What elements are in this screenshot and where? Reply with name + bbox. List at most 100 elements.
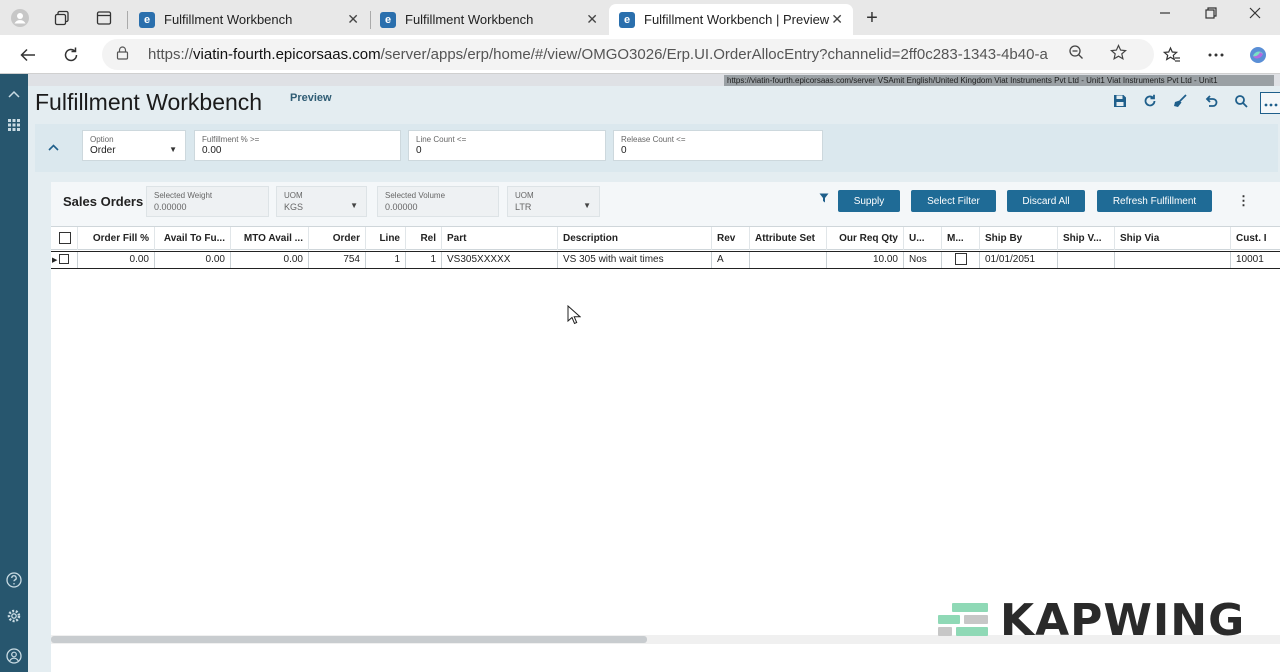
epicor-favicon-icon: e bbox=[139, 11, 155, 28]
filter-funnel-icon[interactable] bbox=[819, 193, 829, 206]
scrollbar-thumb[interactable] bbox=[51, 636, 647, 643]
browser-tab-strip: e Fulfillment Workbench ✕ e Fulfillment … bbox=[0, 0, 1280, 35]
favorite-star-icon[interactable] bbox=[1109, 44, 1128, 65]
col-uom[interactable]: U... bbox=[904, 227, 942, 250]
dropdown-caret-icon: ▼ bbox=[583, 201, 591, 210]
col-line[interactable]: Line bbox=[366, 227, 406, 250]
undo-icon[interactable] bbox=[1202, 94, 1220, 112]
fulfillment-pct-field[interactable]: Fulfillment % >= 0.00 bbox=[194, 130, 401, 161]
weight-uom-dropdown[interactable]: UOM KGS ▼ bbox=[276, 186, 367, 217]
close-window-icon[interactable] bbox=[1240, 6, 1270, 22]
cell-avail-to-fulfill[interactable]: 0.00 bbox=[155, 252, 231, 268]
row-select-checkbox[interactable] bbox=[51, 252, 78, 268]
copilot-icon[interactable] bbox=[1246, 43, 1270, 67]
user-account-icon[interactable] bbox=[5, 648, 23, 666]
page-title: Fulfillment Workbench bbox=[35, 89, 263, 115]
cell-attribute-set[interactable] bbox=[750, 252, 827, 268]
profile-icon[interactable] bbox=[8, 6, 32, 30]
cell-order[interactable]: 754 bbox=[309, 252, 366, 268]
help-icon[interactable] bbox=[5, 572, 23, 590]
back-arrow-icon[interactable] bbox=[16, 43, 40, 67]
col-cust-id[interactable]: Cust. I bbox=[1231, 227, 1280, 250]
col-rel[interactable]: Rel bbox=[406, 227, 442, 250]
apps-grid-icon[interactable] bbox=[5, 118, 23, 136]
url-host: viatin-fourth.epicorsaas.com bbox=[193, 46, 381, 63]
favorites-icon[interactable] bbox=[1160, 43, 1184, 67]
col-description[interactable]: Description bbox=[558, 227, 712, 250]
search-icon[interactable] bbox=[1232, 94, 1250, 112]
close-tab-icon[interactable]: ✕ bbox=[831, 11, 843, 28]
cell-part[interactable]: VS305XXXXX bbox=[442, 252, 558, 268]
col-our-req-qty[interactable]: Our Req Qty bbox=[827, 227, 904, 250]
line-count-field[interactable]: Line Count <= 0 bbox=[408, 130, 606, 161]
selected-weight-label: Selected Weight bbox=[154, 191, 213, 200]
refresh-icon[interactable] bbox=[1141, 94, 1159, 112]
col-order-fill[interactable]: Order Fill % bbox=[78, 227, 155, 250]
save-icon[interactable] bbox=[1111, 94, 1129, 112]
cell-ship-v[interactable] bbox=[1058, 252, 1115, 268]
cell-uom[interactable]: Nos bbox=[904, 252, 942, 268]
select-filter-button[interactable]: Select Filter bbox=[911, 190, 996, 212]
chevron-up-icon[interactable] bbox=[5, 86, 23, 104]
cell-mto-avail[interactable]: 0.00 bbox=[231, 252, 309, 268]
select-all-checkbox[interactable] bbox=[51, 227, 78, 250]
col-rev[interactable]: Rev bbox=[712, 227, 750, 250]
close-tab-icon[interactable]: ✕ bbox=[586, 11, 598, 28]
cell-our-req-qty[interactable]: 10.00 bbox=[827, 252, 904, 268]
more-menu-icon[interactable] bbox=[1204, 43, 1228, 67]
line-count-value: 0 bbox=[416, 145, 422, 156]
cell-ship-by[interactable]: 01/01/2051 bbox=[980, 252, 1058, 268]
col-order[interactable]: Order bbox=[309, 227, 366, 250]
col-avail-to-fulfill[interactable]: Avail To Fu... bbox=[155, 227, 231, 250]
table-row[interactable]: ▶ 0.00 0.00 0.00 754 1 1 VS305XXXXX VS 3… bbox=[51, 251, 1280, 269]
url-field[interactable]: https://viatin-fourth.epicorsaas.com/ser… bbox=[102, 39, 1154, 70]
selected-weight-value: 0.00000 bbox=[154, 202, 187, 212]
option-dropdown[interactable]: Option Order ▼ bbox=[82, 130, 186, 161]
volume-uom-value: LTR bbox=[515, 202, 532, 212]
session-info-strip: https://viatin-fourth.epicorsaas.com/ser… bbox=[724, 75, 1274, 86]
col-ship-by[interactable]: Ship By bbox=[980, 227, 1058, 250]
tab-actions-icon[interactable] bbox=[92, 6, 116, 30]
collections-icon[interactable] bbox=[50, 6, 74, 30]
close-tab-icon[interactable]: ✕ bbox=[347, 11, 359, 28]
zoom-icon[interactable] bbox=[1068, 44, 1084, 64]
sales-orders-title: Sales Orders bbox=[63, 194, 144, 209]
col-ship-v[interactable]: Ship V... bbox=[1058, 227, 1115, 250]
col-m[interactable]: M... bbox=[942, 227, 980, 250]
release-count-field[interactable]: Release Count <= 0 bbox=[613, 130, 823, 161]
dropdown-caret-icon: ▼ bbox=[169, 145, 177, 154]
settings-gear-icon[interactable] bbox=[5, 608, 23, 626]
new-tab-button[interactable]: + bbox=[860, 6, 884, 30]
browser-tab-1[interactable]: e Fulfillment Workbench ✕ bbox=[129, 4, 369, 35]
volume-uom-dropdown[interactable]: UOM LTR ▼ bbox=[507, 186, 600, 217]
cell-description[interactable]: VS 305 with wait times bbox=[558, 252, 712, 268]
clear-brush-icon[interactable] bbox=[1171, 94, 1189, 112]
col-ship-via[interactable]: Ship Via bbox=[1115, 227, 1231, 250]
cell-order-fill[interactable]: 0.00 bbox=[78, 252, 155, 268]
cell-rel[interactable]: 1 bbox=[406, 252, 442, 268]
refresh-fulfillment-button[interactable]: Refresh Fulfillment bbox=[1097, 190, 1212, 212]
cell-cust-id[interactable]: 10001 bbox=[1231, 252, 1280, 268]
supply-button[interactable]: Supply bbox=[838, 190, 900, 212]
collapse-chevron-icon[interactable] bbox=[48, 139, 59, 154]
cell-rev[interactable]: A bbox=[712, 252, 750, 268]
kapwing-wordmark: KAPWING bbox=[1000, 594, 1246, 646]
lock-icon[interactable] bbox=[116, 46, 130, 63]
cell-line[interactable]: 1 bbox=[366, 252, 406, 268]
restore-icon[interactable] bbox=[1196, 6, 1226, 22]
col-mto-avail[interactable]: MTO Avail ... bbox=[231, 227, 309, 250]
cell-m-checkbox[interactable] bbox=[942, 252, 980, 268]
col-part[interactable]: Part bbox=[442, 227, 558, 250]
cell-ship-via[interactable] bbox=[1115, 252, 1231, 268]
browser-tab-3-active[interactable]: e Fulfillment Workbench | Preview ✕ bbox=[609, 4, 853, 35]
minimize-icon[interactable] bbox=[1150, 6, 1180, 22]
preview-badge: Preview bbox=[290, 92, 332, 104]
weight-uom-label: UOM bbox=[284, 191, 303, 200]
dropdown-caret-icon: ▼ bbox=[350, 201, 358, 210]
reload-icon[interactable] bbox=[59, 43, 83, 67]
overflow-menu-icon[interactable] bbox=[1260, 92, 1280, 114]
browser-tab-2[interactable]: e Fulfillment Workbench ✕ bbox=[370, 4, 608, 35]
discard-all-button[interactable]: Discard All bbox=[1007, 190, 1085, 212]
kebab-menu-icon[interactable]: ⋮ bbox=[1237, 193, 1250, 209]
col-attribute-set[interactable]: Attribute Set bbox=[750, 227, 827, 250]
